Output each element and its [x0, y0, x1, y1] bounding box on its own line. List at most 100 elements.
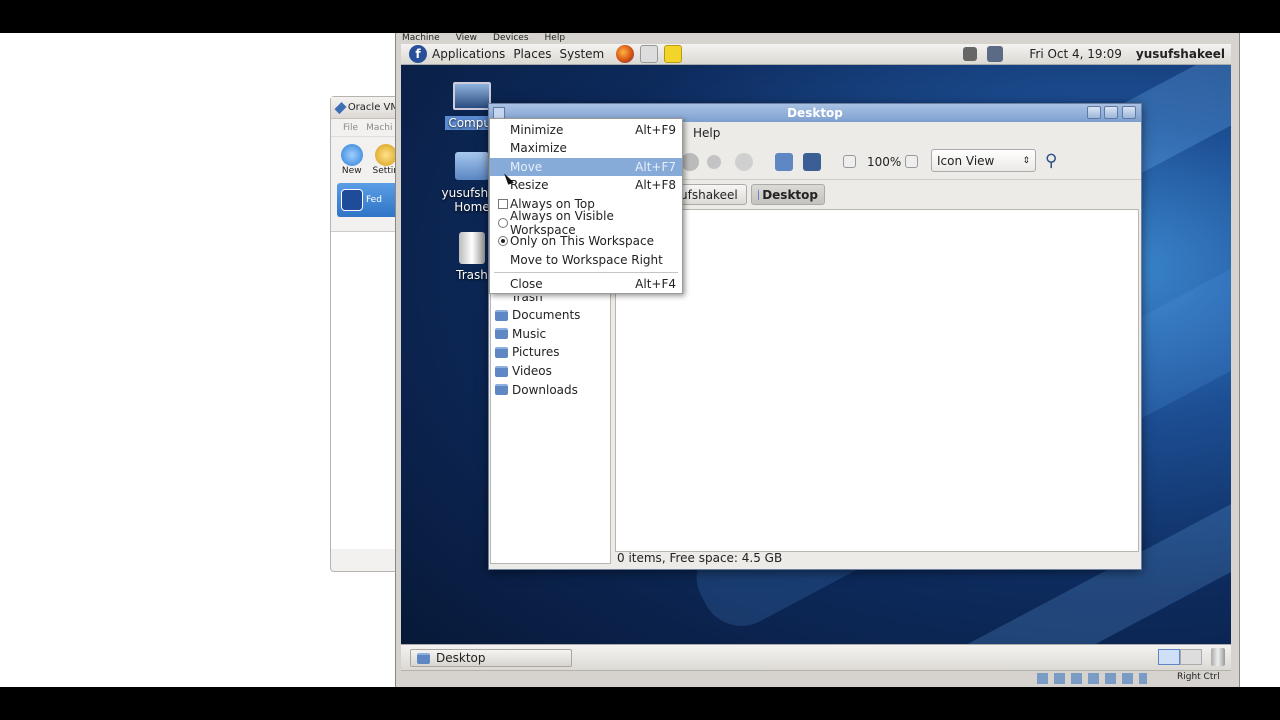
- zoom-out-icon[interactable]: [843, 155, 856, 168]
- user-menu[interactable]: yusufshakeel: [1136, 47, 1225, 61]
- system-menu[interactable]: System: [559, 47, 604, 61]
- home-label-line2: Home: [454, 200, 490, 214]
- new-icon: [340, 144, 363, 166]
- device-status-icons: [1037, 673, 1147, 684]
- new-label: New: [341, 166, 362, 176]
- mail-icon: [640, 45, 659, 63]
- trash-applet-icon[interactable]: [1211, 648, 1225, 666]
- vm-status-bar: Right Ctrl: [401, 670, 1231, 686]
- folder-icon: [495, 384, 508, 396]
- menu-item-accel: Alt+F9: [635, 123, 676, 137]
- menu-item-label: Close: [510, 277, 543, 291]
- virtualbox-manager-window[interactable]: Oracle VM File Machi New Settin Fed: [330, 96, 400, 572]
- fedora-logo-icon: f: [409, 45, 427, 63]
- folder-icon: [758, 189, 760, 200]
- firefox-launcher[interactable]: [616, 45, 635, 63]
- menu-item-minimize[interactable]: Minimize Alt+F9: [490, 121, 682, 139]
- applications-label: Applications: [432, 47, 506, 61]
- forward-icon[interactable]: [681, 153, 699, 171]
- sidebar-item-pictures[interactable]: Pictures: [491, 343, 610, 362]
- menu-item-label: Only on This Workspace: [510, 234, 654, 248]
- sidebar-item-label: Music: [512, 326, 547, 341]
- radio-selected-icon: [498, 236, 508, 246]
- computer-icon[interactable]: [803, 153, 821, 171]
- sidebar-item-label: Trash: [511, 296, 543, 304]
- sidebar-item-label: Videos: [512, 364, 552, 379]
- home-icon[interactable]: [775, 153, 793, 171]
- notes-icon: [664, 45, 683, 63]
- file-view[interactable]: [615, 209, 1139, 552]
- menu-help[interactable]: Help: [693, 126, 720, 140]
- menu-machine[interactable]: Machi: [366, 123, 392, 133]
- computer-icon: [453, 82, 491, 110]
- taskbar-window-label: Desktop: [436, 651, 486, 665]
- vm-menubar: Machine View Devices Help: [402, 33, 565, 44]
- manager-toolbar: New Settin: [331, 137, 399, 183]
- vm-menu-help[interactable]: Help: [545, 33, 566, 44]
- view-mode-select[interactable]: Icon View ⇕: [931, 149, 1036, 172]
- folder-icon: [495, 365, 508, 377]
- workspace-2[interactable]: [1180, 649, 1202, 665]
- menu-item-label: Maximize: [510, 141, 567, 155]
- menu-item-move-workspace-right[interactable]: Move to Workspace Right: [490, 251, 682, 269]
- window-title: Desktop: [787, 106, 843, 120]
- notes-launcher[interactable]: [664, 45, 683, 63]
- home-folder-icon: [455, 152, 489, 180]
- menu-item-label: Minimize: [510, 123, 564, 137]
- sidebar-item-videos[interactable]: Videos: [491, 362, 610, 381]
- menu-item-move[interactable]: Move Alt+F7: [490, 158, 682, 176]
- volume-icon[interactable]: [963, 47, 978, 61]
- letterbox-bottom: [0, 687, 1280, 720]
- taskbar-window-button[interactable]: Desktop: [410, 649, 572, 667]
- breadcrumb-desktop[interactable]: Desktop: [751, 184, 825, 205]
- zoom-in-icon[interactable]: [905, 155, 918, 168]
- radio-icon: [498, 218, 508, 228]
- menu-item-maximize[interactable]: Maximize: [490, 139, 682, 157]
- top-panel: f Applications Places System Fri Oct 4, …: [401, 44, 1231, 65]
- fedora-icon: [341, 189, 363, 211]
- trash-icon: [459, 232, 485, 264]
- vm-menu-devices[interactable]: Devices: [493, 33, 528, 44]
- stop-icon[interactable]: [707, 155, 721, 169]
- sidebar-item-trash[interactable]: Trash: [491, 296, 610, 306]
- virtualbox-logo-icon: [334, 101, 347, 114]
- menu-item-label: Resize: [510, 178, 549, 192]
- minimize-button[interactable]: [1087, 106, 1101, 119]
- view-mode-value: Icon View: [937, 153, 995, 168]
- places-menu[interactable]: Places: [513, 47, 551, 61]
- close-button[interactable]: [1122, 106, 1136, 119]
- reload-icon[interactable]: [735, 153, 753, 171]
- sidebar-item-label: Downloads: [512, 382, 578, 397]
- breadcrumb-desktop-label: Desktop: [762, 187, 818, 202]
- menu-item-resize[interactable]: Resize Alt+F8: [490, 176, 682, 194]
- menu-item-always-visible-workspace[interactable]: Always on Visible Workspace: [490, 209, 682, 237]
- new-button[interactable]: New: [339, 144, 364, 176]
- clock[interactable]: Fri Oct 4, 19:09: [1029, 47, 1122, 61]
- vm-menu-machine[interactable]: Machine: [402, 33, 440, 44]
- folder-icon: [495, 328, 508, 340]
- menu-item-only-this-workspace[interactable]: Only on This Workspace: [490, 232, 682, 250]
- host-key-label: Right Ctrl: [1177, 672, 1220, 682]
- workspace-1[interactable]: [1158, 649, 1180, 665]
- network-icon[interactable]: [987, 46, 1004, 62]
- maximize-button[interactable]: [1104, 106, 1118, 119]
- vm-list-item-fedora[interactable]: Fed: [337, 183, 399, 217]
- bottom-panel: Desktop: [401, 644, 1231, 670]
- sidebar-item-documents[interactable]: Documents: [491, 306, 610, 325]
- mail-launcher[interactable]: [640, 45, 659, 63]
- sidebar-item-downloads[interactable]: Downloads: [491, 380, 610, 399]
- folder-icon: [495, 346, 508, 358]
- manager-title: Oracle VM: [347, 102, 399, 113]
- menu-item-accel: Alt+F4: [635, 277, 676, 291]
- vm-menu-view[interactable]: View: [456, 33, 477, 44]
- updown-arrow-icon: ⇕: [1022, 155, 1030, 166]
- manager-titlebar[interactable]: Oracle VM: [331, 97, 399, 119]
- breadcrumb-home[interactable]: ufshakeel: [673, 184, 747, 205]
- menu-item-close[interactable]: Close Alt+F4: [490, 275, 682, 293]
- menu-file[interactable]: File: [343, 123, 358, 133]
- applications-menu[interactable]: f Applications: [409, 45, 505, 63]
- vm-name: Fed: [366, 195, 382, 205]
- status-bar: 0 items, Free space: 4.5 GB: [617, 551, 783, 565]
- sidebar-item-music[interactable]: Music: [491, 325, 610, 344]
- search-icon[interactable]: ⚲: [1045, 151, 1057, 171]
